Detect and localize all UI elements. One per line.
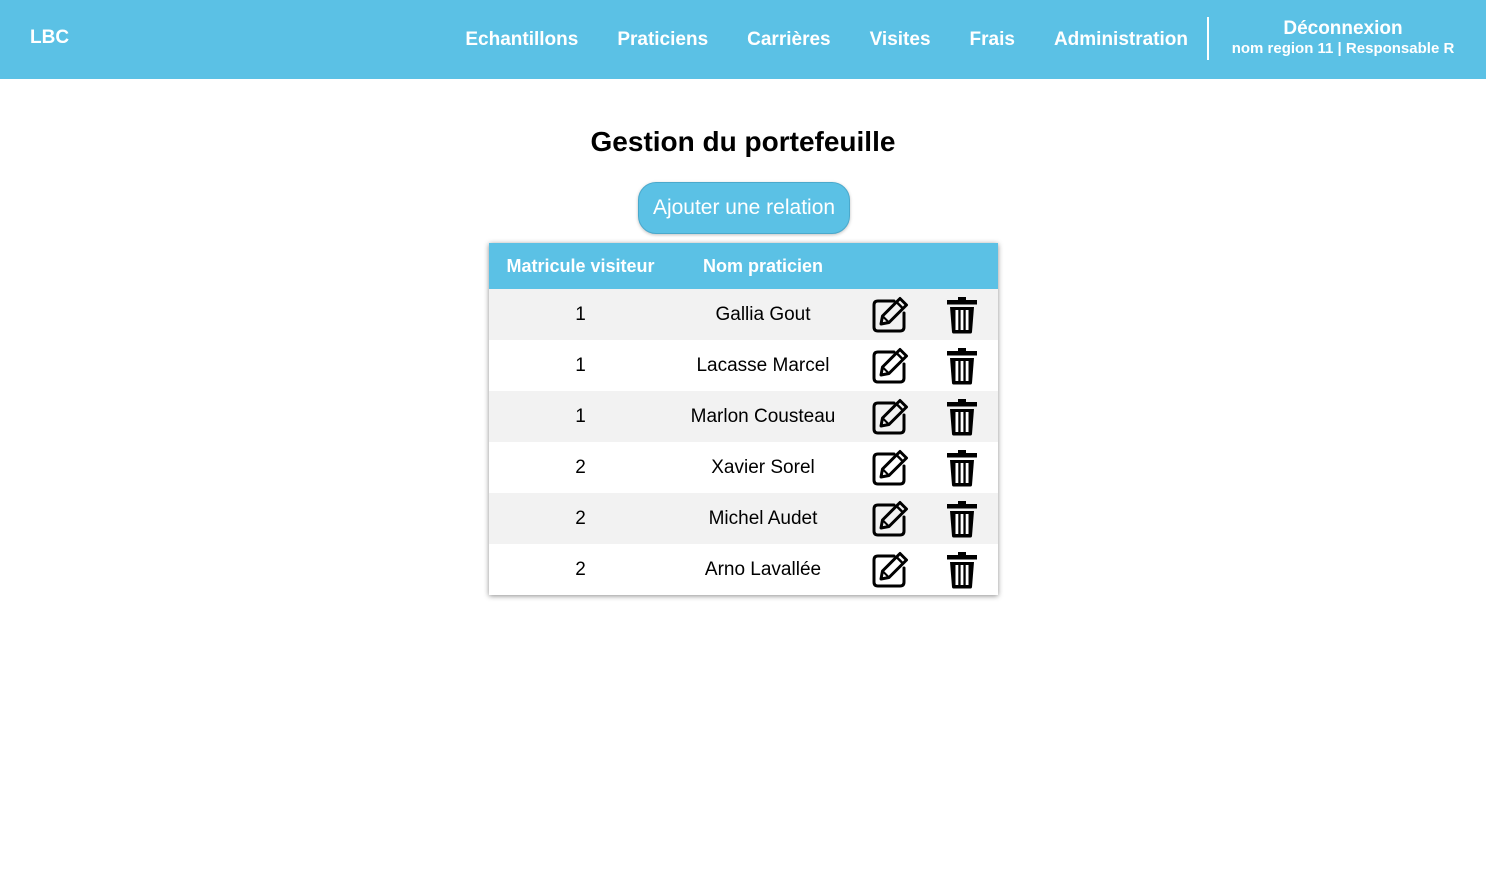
column-header-delete (926, 243, 998, 289)
nav-administration[interactable]: Administration (1054, 29, 1188, 51)
nav-frais[interactable]: Frais (970, 29, 1015, 51)
portfolio-table: Matricule visiteur Nom praticien 1 Galli… (489, 243, 998, 595)
cell-nom-praticien: Lacasse Marcel (696, 354, 830, 376)
trash-icon[interactable] (942, 550, 982, 590)
main-nav: Echantillons Praticiens Carrières Visite… (426, 0, 1188, 79)
nav-divider (1207, 17, 1209, 60)
cell-nom-praticien: Gallia Gout (715, 303, 811, 325)
nav-praticiens[interactable]: Praticiens (617, 29, 708, 51)
edit-icon[interactable] (870, 550, 910, 590)
cell-matricule: 2 (575, 558, 586, 580)
brand-logo[interactable]: LBC (30, 27, 69, 49)
edit-icon[interactable] (870, 295, 910, 335)
table-row: 2 Arno Lavallée (489, 544, 998, 595)
trash-icon[interactable] (942, 295, 982, 335)
cell-nom-praticien: Marlon Cousteau (690, 405, 836, 427)
cell-matricule: 2 (575, 507, 586, 529)
table-row: 1 Lacasse Marcel (489, 340, 998, 391)
nav-echantillons[interactable]: Echantillons (465, 29, 578, 51)
table-header-row: Matricule visiteur Nom praticien (489, 243, 998, 289)
column-header-edit (854, 243, 926, 289)
nav-visites[interactable]: Visites (870, 29, 931, 51)
trash-icon[interactable] (942, 448, 982, 488)
column-header-matricule: Matricule visiteur (506, 255, 655, 276)
page-title: Gestion du portefeuille (590, 126, 896, 157)
edit-icon[interactable] (870, 346, 910, 386)
cell-nom-praticien: Michel Audet (708, 507, 818, 529)
top-navbar: LBC Echantillons Praticiens Carrières Vi… (0, 0, 1486, 79)
edit-icon[interactable] (870, 397, 910, 437)
cell-matricule: 1 (575, 303, 586, 325)
table-row: 1 Gallia Gout (489, 289, 998, 340)
table-row: 2 Michel Audet (489, 493, 998, 544)
user-block: Déconnexion nom region 11 | Responsable … (1210, 18, 1476, 58)
trash-icon[interactable] (942, 397, 982, 437)
table-body: 1 Gallia Gout 1 Lacasse Marcel 1 Marlon … (489, 289, 998, 595)
add-relation-button[interactable]: Ajouter une relation (638, 182, 850, 234)
edit-icon[interactable] (870, 448, 910, 488)
logout-link[interactable]: Déconnexion (1210, 18, 1476, 40)
cell-matricule: 2 (575, 456, 586, 478)
table-row: 2 Xavier Sorel (489, 442, 998, 493)
cell-nom-praticien: Arno Lavallée (704, 558, 822, 580)
trash-icon[interactable] (942, 346, 982, 386)
edit-icon[interactable] (870, 499, 910, 539)
user-info: nom region 11 | Responsable R (1231, 40, 1455, 57)
portfolio-table-container: Matricule visiteur Nom praticien 1 Galli… (489, 243, 998, 595)
cell-matricule: 1 (575, 405, 586, 427)
table-row: 1 Marlon Cousteau (489, 391, 998, 442)
nav-carrieres[interactable]: Carrières (747, 29, 830, 51)
cell-matricule: 1 (575, 354, 586, 376)
trash-icon[interactable] (942, 499, 982, 539)
column-header-nom-praticien: Nom praticien (702, 255, 824, 276)
cell-nom-praticien: Xavier Sorel (711, 456, 815, 478)
